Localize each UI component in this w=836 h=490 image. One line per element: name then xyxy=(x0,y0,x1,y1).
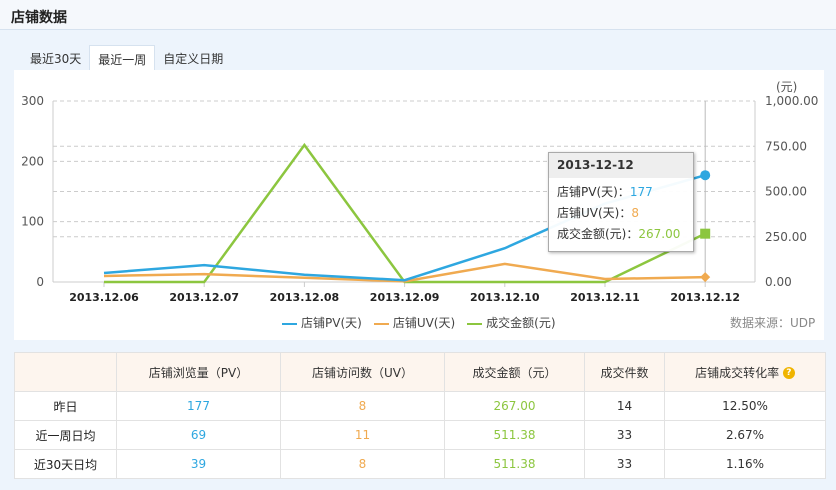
left-tick-label: 0 xyxy=(36,275,44,289)
chart-tooltip: 2013-12-12 店铺PV(天)：177 店铺UV(天)：8 成交金额(元)… xyxy=(548,152,694,252)
help-icon[interactable]: ? xyxy=(782,367,795,379)
table-cell: 近一周日均 xyxy=(14,420,117,450)
right-tick-label: 500.00 xyxy=(765,185,807,199)
x-tick-label: 2013.12.12 xyxy=(670,291,740,304)
table-cell: 昨日 xyxy=(14,391,117,421)
header-uv: 店铺访问数（UV） xyxy=(280,352,445,392)
summary-table: 店铺浏览量（PV） 店铺访问数（UV） 成交金额（元） 成交件数 店铺成交转化率… xyxy=(14,352,826,479)
table-cell: 近30天日均 xyxy=(14,449,117,479)
header-gmv: 成交金额（元） xyxy=(444,352,585,392)
line-chart: 0 100 200 300 0.00 250.00 500.00 750.00 1,000.00… xyxy=(21,80,818,304)
left-tick-label: 100 xyxy=(21,215,44,229)
tooltip-pv-label: 店铺PV(天)： xyxy=(557,185,630,199)
table-cell: 14 xyxy=(584,391,665,421)
table-row: 近一周日均 69 11 511.38 33 2.67% xyxy=(14,420,826,450)
gmv-marker xyxy=(700,228,711,239)
x-tick-label: 2013.12.07 xyxy=(169,291,239,304)
table-cell: 177 xyxy=(116,391,281,421)
right-axis-unit: (元) xyxy=(776,80,797,94)
table-cell: 267.00 xyxy=(444,391,585,421)
table-cell: 33 xyxy=(584,420,665,450)
table-row: 近30天日均 39 8 511.38 33 1.16% xyxy=(14,449,826,479)
table-row: 昨日 177 8 267.00 14 12.50% xyxy=(14,391,826,421)
right-tick-label: 1,000.00 xyxy=(765,94,818,108)
x-tick-label: 2013.12.09 xyxy=(370,291,440,304)
table-cell: 511.38 xyxy=(444,420,585,450)
table-cell: 8 xyxy=(280,449,445,479)
table-cell: 69 xyxy=(116,420,281,450)
x-tick-label: 2013.12.08 xyxy=(270,291,340,304)
header-conversion: 店铺成交转化率 ? xyxy=(664,352,826,392)
tooltip-gmv-value: 267.00 xyxy=(638,227,681,241)
right-tick-label: 750.00 xyxy=(765,139,807,153)
table-cell: 12.50% xyxy=(664,391,826,421)
tooltip-uv-value: 8 xyxy=(631,206,639,220)
tooltip-title: 2013-12-12 xyxy=(549,153,693,178)
legend-item-pv[interactable]: 店铺PV(天) xyxy=(282,314,362,331)
legend-item-gmv[interactable]: 成交金额(元) xyxy=(467,314,556,331)
table-cell: 1.16% xyxy=(664,449,826,479)
header-blank xyxy=(14,352,117,392)
pv-marker xyxy=(700,170,711,181)
data-source: 数据来源：UDP xyxy=(730,316,816,330)
table-cell: 39 xyxy=(116,449,281,479)
right-tick-label: 0.00 xyxy=(765,275,792,289)
table-header-row: 店铺浏览量（PV） 店铺访问数（UV） 成交金额（元） 成交件数 店铺成交转化率… xyxy=(14,352,826,392)
header-orders: 成交件数 xyxy=(584,352,665,392)
left-tick-label: 300 xyxy=(21,94,44,108)
x-tick-label: 2013.12.11 xyxy=(570,291,640,304)
left-tick-label: 200 xyxy=(21,154,44,168)
tooltip-uv-label: 店铺UV(天)： xyxy=(557,206,632,220)
tooltip-gmv-label: 成交金额(元)： xyxy=(557,227,639,241)
x-tick-label: 2013.12.10 xyxy=(470,291,540,304)
table-cell: 33 xyxy=(584,449,665,479)
legend-item-uv[interactable]: 店铺UV(天) xyxy=(373,314,455,331)
right-tick-label: 250.00 xyxy=(765,230,807,244)
table-cell: 11 xyxy=(280,420,445,450)
uv-marker xyxy=(700,272,711,283)
chart-legend: 店铺PV(天) 店铺UV(天) 成交金额(元) xyxy=(282,314,556,331)
tooltip-pv-value: 177 xyxy=(629,185,653,199)
x-tick-label: 2013.12.06 xyxy=(69,291,139,304)
header-pv: 店铺浏览量（PV） xyxy=(116,352,281,392)
table-cell: 2.67% xyxy=(664,420,826,450)
table-cell: 8 xyxy=(280,391,445,421)
table-cell: 511.38 xyxy=(444,449,585,479)
